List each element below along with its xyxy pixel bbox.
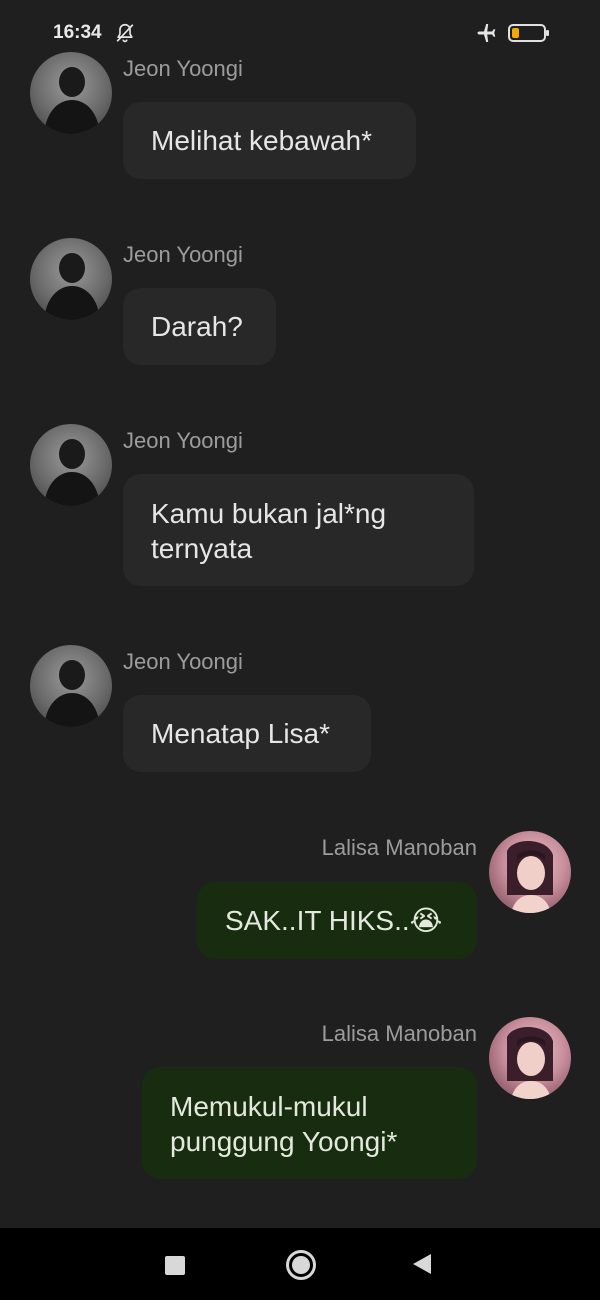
battery-level: 22 — [520, 26, 534, 40]
sender-name: Lalisa Manoban — [321, 835, 477, 860]
avatar[interactable] — [489, 831, 571, 913]
avatar[interactable] — [489, 1017, 571, 1099]
avatar[interactable] — [30, 645, 112, 727]
back-icon[interactable] — [411, 1252, 433, 1276]
sender-name: Lalisa Manoban — [321, 1021, 477, 1046]
message-text: ternyata — [151, 533, 253, 564]
bell-off-icon — [114, 22, 136, 44]
chat-screen: 16:34 22 Jeon Yoongi Melihat kebawah* Je… — [0, 0, 600, 1300]
message-bubble[interactable]: Menatap Lisa* — [123, 695, 371, 772]
home-icon[interactable] — [285, 1249, 317, 1281]
message-text: Menatap Lisa* — [151, 718, 331, 749]
message-text: Kamu bukan jal*ng — [151, 498, 387, 529]
message-text: punggung Yoongi* — [170, 1126, 398, 1157]
navigation-bar — [0, 1228, 600, 1300]
sender-name: Jeon Yoongi — [123, 428, 243, 453]
battery-icon: 22 — [508, 24, 549, 42]
message-bubble[interactable]: Kamu bukan jal*ng ternyata — [123, 474, 474, 586]
avatar[interactable] — [30, 52, 112, 134]
message-bubble[interactable]: Memukul-mukul punggung Yoongi* — [142, 1067, 477, 1179]
message-text: Melihat kebawah* — [151, 125, 373, 156]
recent-apps-icon[interactable] — [165, 1256, 185, 1275]
avatar[interactable] — [30, 424, 112, 506]
sender-name: Jeon Yoongi — [123, 56, 243, 81]
message-bubble[interactable]: Darah? — [123, 288, 276, 365]
message-bubble[interactable]: Melihat kebawah* — [123, 102, 416, 179]
message-bubble[interactable]: SAK..IT HIKS..😭 — [197, 882, 477, 959]
status-bar: 16:34 22 — [0, 0, 600, 60]
message-text: SAK..IT HIKS..😭 — [225, 905, 443, 936]
airplane-icon — [475, 21, 499, 45]
sender-name: Jeon Yoongi — [123, 242, 243, 267]
message-text: Darah? — [151, 311, 243, 342]
avatar[interactable] — [30, 238, 112, 320]
status-time: 16:34 — [53, 22, 102, 43]
sender-name: Jeon Yoongi — [123, 649, 243, 674]
message-text: Memukul-mukul — [170, 1091, 368, 1122]
